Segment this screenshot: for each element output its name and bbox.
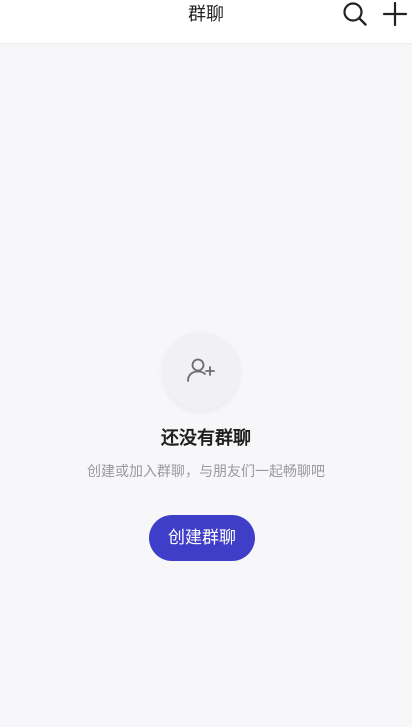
search-icon[interactable] bbox=[340, 0, 370, 30]
add-user-icon bbox=[187, 358, 215, 382]
empty-state-icon-circle bbox=[162, 332, 240, 410]
top-bar: 群聊 bbox=[0, 0, 412, 44]
plus-icon[interactable] bbox=[380, 0, 410, 30]
empty-state-subtitle: 创建或加入群聊，与朋友们一起畅聊吧 bbox=[87, 464, 325, 480]
create-group-button[interactable]: 创建群聊 bbox=[149, 515, 255, 561]
empty-state-title: 还没有群聊 bbox=[161, 428, 251, 449]
